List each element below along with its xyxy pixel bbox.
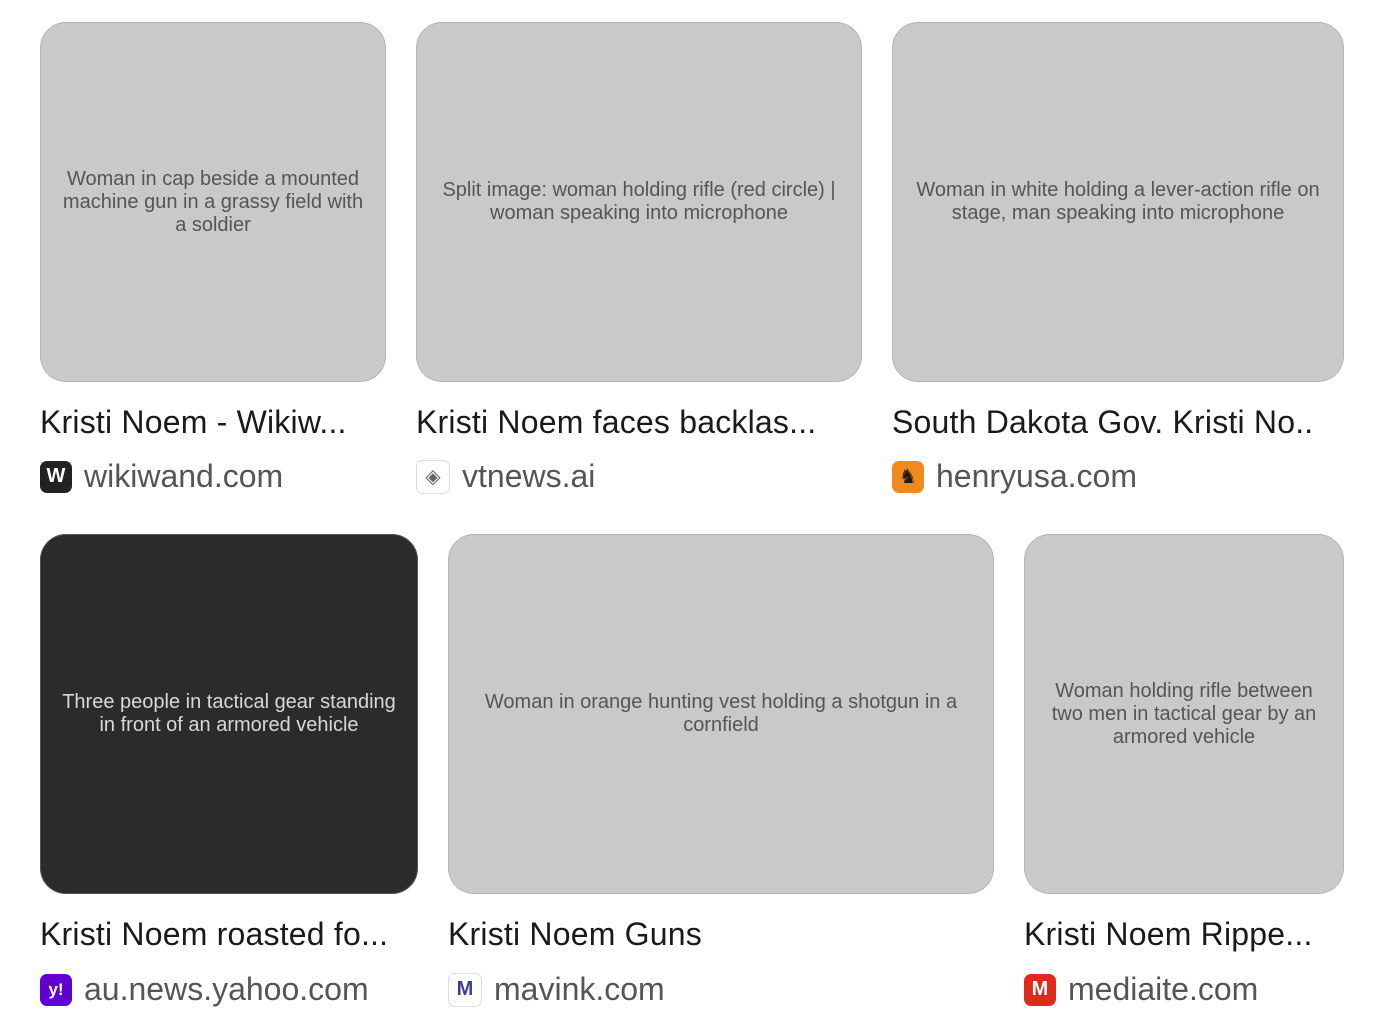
result-domain: henryusa.com — [936, 458, 1137, 494]
result-thumbnail[interactable]: Woman in white holding a lever-action ri… — [892, 22, 1344, 382]
result-source[interactable]: W wikiwand.com — [40, 458, 283, 495]
result-title[interactable]: Kristi Noem Rippe... — [1024, 916, 1344, 953]
image-results-grid: Woman in cap beside a mounted machine gu… — [0, 0, 1400, 1034]
result-source[interactable]: ♞ henryusa.com — [892, 458, 1137, 495]
result-title[interactable]: South Dakota Gov. Kristi No.. — [892, 404, 1352, 441]
wikiwand-icon: W — [40, 460, 72, 493]
henry-icon: ♞ — [892, 460, 924, 493]
thumbnail-placeholder: Split image: woman holding rifle (red ci… — [416, 22, 862, 382]
result-thumbnail[interactable]: Split image: woman holding rifle (red ci… — [416, 22, 862, 382]
result-title[interactable]: Kristi Noem faces backlas... — [416, 404, 866, 441]
result-source[interactable]: M mavink.com — [448, 971, 665, 1008]
result-source[interactable]: y! au.news.yahoo.com — [40, 971, 369, 1008]
image-result-card[interactable]: Woman in orange hunting vest holding a s… — [448, 534, 994, 1008]
result-thumbnail[interactable]: Woman in cap beside a mounted machine gu… — [40, 22, 386, 382]
result-source[interactable]: M mediaite.com — [1024, 971, 1258, 1008]
mediaite-icon: M — [1024, 973, 1056, 1006]
mavink-icon: M — [448, 972, 482, 1007]
result-domain: au.news.yahoo.com — [84, 971, 369, 1007]
thumbnail-placeholder: Woman in cap beside a mounted machine gu… — [40, 22, 386, 382]
result-domain: mavink.com — [494, 971, 665, 1007]
result-thumbnail[interactable]: Woman in orange hunting vest holding a s… — [448, 534, 994, 894]
thumbnail-placeholder: Woman in orange hunting vest holding a s… — [448, 534, 994, 894]
result-title[interactable]: Kristi Noem Guns — [448, 916, 998, 953]
result-domain: mediaite.com — [1068, 971, 1259, 1007]
result-domain: vtnews.ai — [462, 458, 596, 494]
result-domain: wikiwand.com — [84, 458, 284, 494]
thumbnail-placeholder: Three people in tactical gear standing i… — [40, 534, 418, 894]
result-title[interactable]: Kristi Noem - Wikiw... — [40, 404, 400, 441]
thumbnail-placeholder: Woman holding rifle between two men in t… — [1024, 534, 1344, 894]
image-result-card[interactable]: Three people in tactical gear standing i… — [40, 534, 420, 1008]
thumbnail-placeholder: Woman in white holding a lever-action ri… — [892, 22, 1344, 382]
result-thumbnail[interactable]: Woman holding rifle between two men in t… — [1024, 534, 1344, 894]
image-result-card[interactable]: Woman in white holding a lever-action ri… — [892, 22, 1344, 495]
image-result-card[interactable]: Woman holding rifle between two men in t… — [1024, 534, 1344, 1008]
image-result-card[interactable]: Split image: woman holding rifle (red ci… — [416, 22, 862, 495]
result-source[interactable]: ◈ vtnews.ai — [416, 458, 595, 495]
vtnews-icon: ◈ — [416, 459, 450, 494]
result-title[interactable]: Kristi Noem roasted fo... — [40, 916, 420, 953]
yahoo-icon: y! — [40, 973, 72, 1006]
image-result-card[interactable]: Woman in cap beside a mounted machine gu… — [40, 22, 386, 495]
result-thumbnail[interactable]: Three people in tactical gear standing i… — [40, 534, 418, 894]
